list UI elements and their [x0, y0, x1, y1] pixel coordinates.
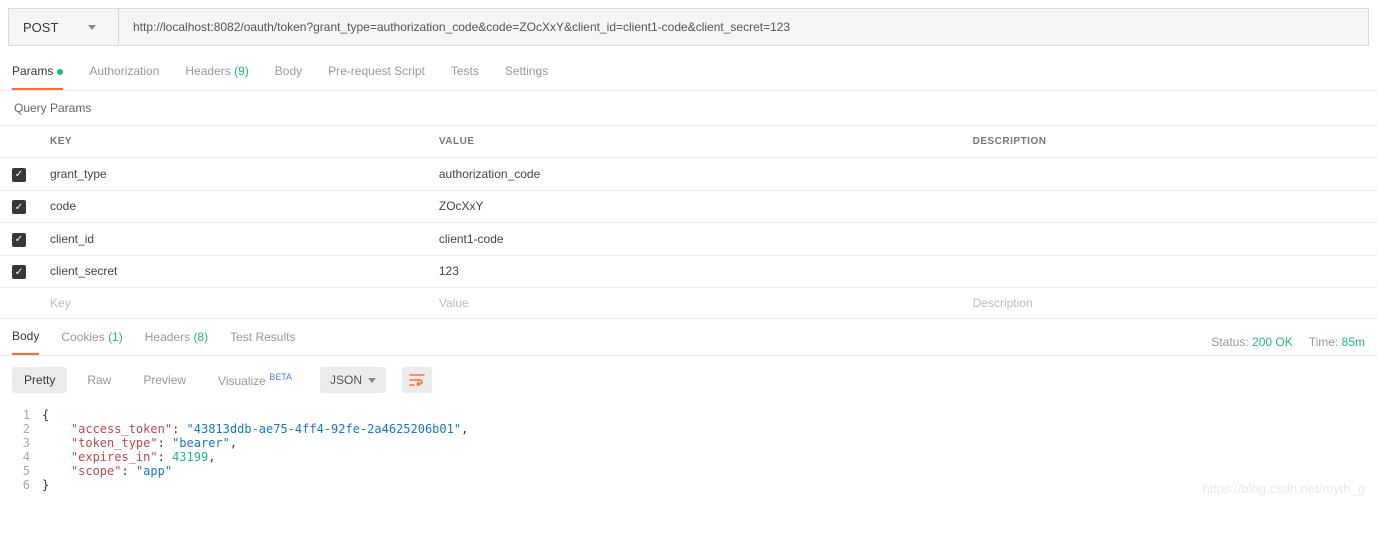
- table-row[interactable]: ✓ code ZOcXxY: [0, 190, 1377, 223]
- tab-resp-tests[interactable]: Test Results: [230, 330, 295, 354]
- tab-headers[interactable]: Headers (9): [185, 64, 248, 90]
- params-table: KEY VALUE DESCRIPTION ✓ grant_type autho…: [0, 126, 1377, 319]
- active-dot-icon: [57, 69, 63, 75]
- col-desc: DESCRIPTION: [961, 126, 1377, 158]
- method-select[interactable]: POST: [9, 9, 119, 45]
- view-bar: Pretty Raw Preview Visualize BETA JSON: [0, 356, 1377, 404]
- status-bar: Status: 200 OK Time: 85m: [1211, 335, 1365, 349]
- format-select[interactable]: JSON: [320, 367, 386, 393]
- view-pretty[interactable]: Pretty: [12, 367, 67, 393]
- view-raw[interactable]: Raw: [75, 367, 123, 393]
- checkbox-checked-icon[interactable]: ✓: [12, 265, 26, 279]
- url-input[interactable]: [119, 9, 1368, 45]
- cell-key[interactable]: client_secret: [38, 255, 427, 288]
- wrap-lines-button[interactable]: [402, 367, 432, 393]
- cell-key[interactable]: client_id: [38, 223, 427, 256]
- table-row[interactable]: ✓ client_secret 123: [0, 255, 1377, 288]
- chevron-down-icon: [368, 378, 376, 383]
- time-value: 85m: [1342, 335, 1365, 349]
- response-body[interactable]: 1{ 2 "access_token": "43813ddb-ae75-4ff4…: [0, 404, 1377, 504]
- ph-value[interactable]: Value: [427, 288, 961, 319]
- col-value: VALUE: [427, 126, 961, 158]
- tab-settings[interactable]: Settings: [505, 64, 548, 90]
- cell-value[interactable]: 123: [427, 255, 961, 288]
- view-preview[interactable]: Preview: [131, 367, 198, 393]
- tab-body[interactable]: Body: [275, 64, 302, 90]
- tab-prerequest[interactable]: Pre-request Script: [328, 64, 425, 90]
- cell-value[interactable]: authorization_code: [427, 158, 961, 191]
- cell-value[interactable]: ZOcXxY: [427, 190, 961, 223]
- wrap-icon: [409, 374, 425, 386]
- table-row[interactable]: ✓ grant_type authorization_code: [0, 158, 1377, 191]
- tab-tests[interactable]: Tests: [451, 64, 479, 90]
- section-title: Query Params: [0, 91, 1377, 126]
- response-tabs: Body Cookies (1) Headers (8) Test Result…: [0, 319, 1377, 356]
- chevron-down-icon: [88, 25, 96, 30]
- checkbox-checked-icon[interactable]: ✓: [12, 233, 26, 247]
- checkbox-checked-icon[interactable]: ✓: [12, 168, 26, 182]
- tab-resp-headers[interactable]: Headers (8): [145, 330, 208, 354]
- tab-resp-body[interactable]: Body: [12, 329, 39, 355]
- table-row[interactable]: ✓ client_id client1-code: [0, 223, 1377, 256]
- checkbox-checked-icon[interactable]: ✓: [12, 200, 26, 214]
- col-key: KEY: [38, 126, 427, 158]
- tab-params[interactable]: Params: [12, 64, 63, 90]
- cell-key[interactable]: code: [38, 190, 427, 223]
- cell-value[interactable]: client1-code: [427, 223, 961, 256]
- cell-key[interactable]: grant_type: [38, 158, 427, 191]
- tab-resp-cookies[interactable]: Cookies (1): [61, 330, 122, 354]
- view-visualize[interactable]: Visualize BETA: [206, 366, 304, 394]
- ph-key[interactable]: Key: [38, 288, 427, 319]
- method-label: POST: [23, 20, 58, 35]
- tab-authorization[interactable]: Authorization: [89, 64, 159, 90]
- request-tabs: Params Authorization Headers (9) Body Pr…: [0, 54, 1377, 91]
- ph-desc[interactable]: Description: [961, 288, 1377, 319]
- table-row-new[interactable]: Key Value Description: [0, 288, 1377, 319]
- status-value: 200 OK: [1252, 335, 1293, 349]
